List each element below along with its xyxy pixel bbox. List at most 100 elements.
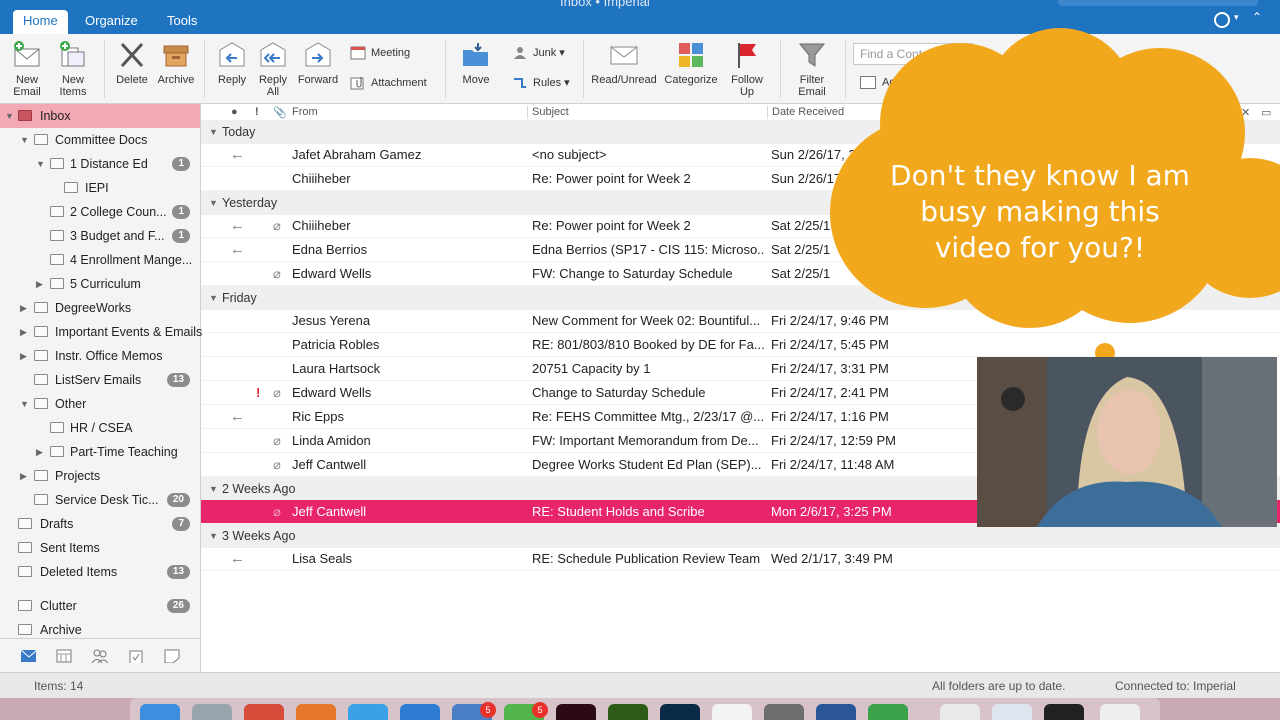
- ribbon-divider: [445, 40, 446, 98]
- sidebar-item[interactable]: ▼ 1 Distance Ed 1: [0, 152, 200, 176]
- people-icon[interactable]: [92, 649, 108, 663]
- disclosure-open-icon[interactable]: ▼: [209, 524, 218, 548]
- column-subject[interactable]: Subject: [532, 106, 569, 118]
- new-items-button[interactable]: New Items: [54, 40, 92, 98]
- meeting-button[interactable]: Meeting: [350, 46, 410, 60]
- importance-column-icon[interactable]: !: [255, 106, 259, 118]
- message-row[interactable]: ← Lisa Seals RE: Schedule Publication Revi…: [201, 547, 1280, 571]
- read-status-column-icon[interactable]: ●: [231, 106, 238, 118]
- disclosure-open-icon[interactable]: ▼: [209, 286, 218, 310]
- sidebar-item[interactable]: ▶ 5 Curriculum: [0, 272, 200, 296]
- delete-label: Delete: [116, 74, 148, 86]
- reply-all-button[interactable]: Reply All: [255, 40, 291, 98]
- disclosure-open-icon[interactable]: ▼: [20, 128, 29, 152]
- folder-icon: [34, 374, 48, 385]
- tab-organize[interactable]: Organize: [75, 10, 148, 34]
- disclosure-open-icon[interactable]: ▼: [36, 152, 45, 176]
- sidebar-item[interactable]: Drafts 7: [0, 512, 200, 536]
- sidebar-item[interactable]: HR / CSEA: [0, 416, 200, 440]
- group-header[interactable]: ▼ 3 Weeks Ago: [201, 524, 1280, 548]
- recent-window-thumbnail[interactable]: [992, 704, 1032, 720]
- sidebar-item[interactable]: ▼ Inbox: [0, 104, 200, 128]
- chrome-icon[interactable]: [244, 704, 284, 720]
- disclosure-open-icon[interactable]: ▼: [209, 120, 218, 144]
- folder-icon: [34, 326, 48, 337]
- disclosure-open-icon[interactable]: ▼: [209, 477, 218, 501]
- follow-up-button[interactable]: Follow Up: [727, 40, 767, 98]
- delete-button[interactable]: Delete: [113, 40, 151, 86]
- mail-icon[interactable]: [20, 649, 36, 663]
- disclosure-closed-icon[interactable]: ▶: [36, 440, 43, 464]
- column-from[interactable]: From: [292, 106, 318, 118]
- sidebar-item[interactable]: ListServ Emails 13: [0, 368, 200, 392]
- rules-button[interactable]: Rules ▾: [512, 76, 570, 90]
- sidebar-item[interactable]: 3 Budget and F... 1: [0, 224, 200, 248]
- junk-label: Junk: [533, 47, 557, 59]
- search-box[interactable]: [1058, 0, 1258, 6]
- tasks-icon[interactable]: [128, 649, 144, 663]
- photoshop-icon[interactable]: [660, 704, 700, 720]
- recent-window-thumbnail[interactable]: [1044, 704, 1084, 720]
- firefox-icon[interactable]: [296, 704, 336, 720]
- sidebar-item[interactable]: ▶ Part-Time Teaching: [0, 440, 200, 464]
- sidebar-item[interactable]: 2 College Coun... 1: [0, 200, 200, 224]
- move-button[interactable]: Move: [456, 40, 496, 86]
- camtasia-icon[interactable]: [868, 704, 908, 720]
- sidebar-item[interactable]: ▶ Projects: [0, 464, 200, 488]
- filter-email-button[interactable]: Filter Email: [792, 40, 832, 98]
- attachment-column-icon[interactable]: 📎: [273, 106, 287, 119]
- message-from: Patricia Robles: [292, 337, 380, 352]
- new-email-button[interactable]: New Email: [8, 40, 46, 98]
- sidebar-item[interactable]: 4 Enrollment Mange...: [0, 248, 200, 272]
- sidebar-item[interactable]: Service Desk Tic... 20: [0, 488, 200, 512]
- finder-icon[interactable]: [140, 704, 180, 720]
- disclosure-closed-icon[interactable]: ▶: [36, 272, 43, 296]
- junk-button[interactable]: Junk ▾: [512, 46, 565, 60]
- sidebar-item[interactable]: Clutter 26: [0, 594, 200, 618]
- launchpad-icon[interactable]: [192, 704, 232, 720]
- notes-icon[interactable]: [164, 649, 180, 663]
- disclosure-closed-icon[interactable]: ▶: [20, 320, 27, 344]
- sidebar-item[interactable]: ▶ Instr. Office Memos: [0, 344, 200, 368]
- sidebar-item[interactable]: Sent Items: [0, 536, 200, 560]
- disclosure-open-icon[interactable]: ▼: [209, 191, 218, 215]
- sidebar-item[interactable]: ▶ DegreeWorks: [0, 296, 200, 320]
- itunes-icon[interactable]: [712, 704, 752, 720]
- message-row[interactable]: Patricia Robles RE: 801/803/810 Booked by…: [201, 333, 1280, 357]
- reply-button[interactable]: Reply: [214, 40, 250, 86]
- sidebar-item[interactable]: Deleted Items 13: [0, 560, 200, 584]
- collapse-ribbon-icon[interactable]: ⌃: [1252, 10, 1262, 24]
- folder-icon: [34, 470, 48, 481]
- forward-button[interactable]: Forward: [296, 40, 340, 86]
- trash-icon[interactable]: [1100, 704, 1140, 720]
- safari-icon[interactable]: [348, 704, 388, 720]
- folder-icon: [34, 398, 48, 409]
- sidebar-item[interactable]: IEPI: [0, 176, 200, 200]
- disclosure-closed-icon[interactable]: ▶: [20, 296, 27, 320]
- tab-tools[interactable]: Tools: [157, 10, 207, 34]
- unread-count-badge: 7: [172, 517, 190, 531]
- outlook-icon[interactable]: [400, 704, 440, 720]
- sidebar-item[interactable]: ▼ Other: [0, 392, 200, 416]
- disclosure-closed-icon[interactable]: ▶: [20, 464, 27, 488]
- acrobat-icon[interactable]: [556, 704, 596, 720]
- disclosure-closed-icon[interactable]: ▶: [20, 344, 27, 368]
- categorize-button[interactable]: Categorize: [662, 40, 720, 86]
- calendar-icon[interactable]: [56, 649, 72, 663]
- attachment-button[interactable]: Attachment: [350, 76, 427, 90]
- feedback-smiley-icon[interactable]: [1214, 12, 1230, 28]
- recent-window-thumbnail[interactable]: [940, 704, 980, 720]
- system-preferences-icon[interactable]: [764, 704, 804, 720]
- sidebar-item[interactable]: ▼ Committee Docs: [0, 128, 200, 152]
- word-icon[interactable]: [816, 704, 856, 720]
- dreamweaver-icon[interactable]: [608, 704, 648, 720]
- sidebar-item-label: Projects: [55, 469, 101, 483]
- chevron-down-icon[interactable]: ▾: [1234, 12, 1239, 23]
- disclosure-open-icon[interactable]: ▼: [5, 104, 14, 128]
- disclosure-open-icon[interactable]: ▼: [20, 392, 29, 416]
- archive-button[interactable]: Archive: [155, 40, 197, 86]
- sidebar-item[interactable]: ▶ Important Events & Emails: [0, 320, 202, 344]
- tab-home[interactable]: Home: [13, 10, 68, 34]
- sidebar-item-label: Instr. Office Memos: [55, 349, 163, 363]
- read-unread-button[interactable]: Read/Unread: [591, 40, 657, 86]
